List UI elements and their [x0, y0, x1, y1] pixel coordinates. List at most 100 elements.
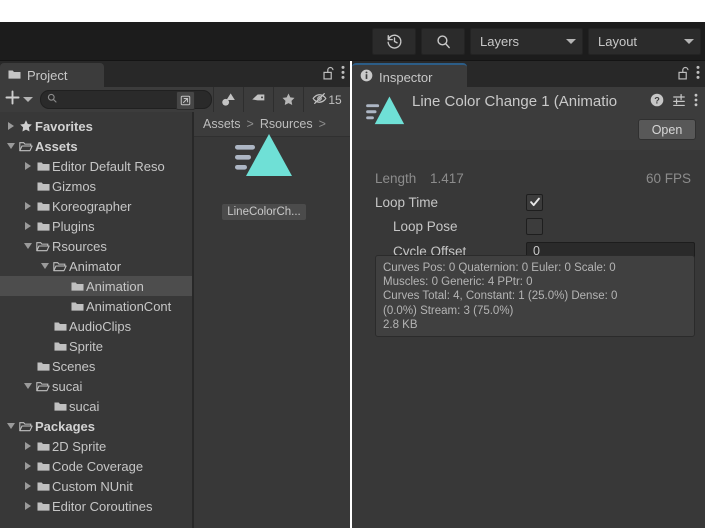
inspector-object-title: Line Color Change 1 (Animatio [412, 93, 618, 110]
tree-item-sprite[interactable]: Sprite [0, 336, 192, 356]
chevron-right-icon[interactable] [21, 442, 34, 450]
animation-clip-icon [231, 128, 297, 191]
tree-item-label: Code Coverage [52, 458, 144, 474]
chevron-down-icon[interactable] [21, 383, 34, 389]
lock-open-icon[interactable] [323, 66, 335, 80]
tree-item-label: AudioClips [69, 318, 132, 334]
tree-item-label: Packages [35, 418, 95, 434]
folder-icon [68, 301, 86, 312]
length-label: Length [375, 170, 417, 186]
animation-stats-box: Curves Pos: 0 Quaternion: 0 Euler: 0 Sca… [375, 255, 695, 337]
tree-item-label: Koreographer [52, 198, 132, 214]
chevron-right-icon[interactable] [21, 502, 34, 510]
folder-icon [34, 481, 52, 492]
search-expand-icon[interactable] [176, 91, 195, 110]
inspector-tabstrip: Inspector [352, 61, 705, 89]
stats-line: 2.8 KB [383, 318, 418, 331]
hidden-assets-count: 15 [328, 92, 342, 107]
tree-item-scenes[interactable]: Scenes [0, 356, 192, 376]
chevron-down-icon [684, 39, 694, 44]
asset-item[interactable]: LineColorCh... [214, 128, 314, 220]
tree-item-favorites[interactable]: Favorites [0, 116, 192, 136]
folder-icon [34, 501, 52, 512]
project-tree[interactable]: Favorites Assets Editor Default Reso Gizmos… [0, 112, 192, 528]
chevron-right-icon[interactable] [21, 482, 34, 490]
tree-item-audioclips[interactable]: AudioClips [0, 316, 192, 336]
project-panel: Project 15 Favorites Assets Editor Defau… [0, 61, 350, 528]
chevron-right-icon[interactable] [21, 162, 34, 170]
history-clock-icon-button[interactable] [372, 28, 416, 55]
preset-settings-icon[interactable] [672, 93, 686, 112]
search-icon-button[interactable] [421, 28, 465, 55]
asset-item-label: LineColorCh... [222, 204, 306, 220]
tree-item-sucai[interactable]: sucai [0, 376, 192, 396]
chevron-down-icon[interactable] [4, 143, 17, 149]
eye-off-icon [312, 92, 327, 108]
tree-item-label: Favorites [35, 118, 93, 134]
loop-time-label: Loop Time [375, 194, 439, 210]
project-tab-icons [323, 65, 345, 80]
chevron-right-icon[interactable] [21, 462, 34, 470]
layout-dropdown[interactable]: Layout [588, 28, 701, 55]
loop-time-checkbox[interactable] [526, 193, 543, 211]
search-icon [47, 93, 57, 106]
stats-line: Curves Pos: 0 Quaternion: 0 Euler: 0 Sca… [383, 262, 616, 274]
tab-inspector[interactable]: Inspector [352, 63, 467, 89]
tree-item-animationcont[interactable]: AnimationCont [0, 296, 192, 316]
project-body: Favorites Assets Editor Default Reso Gizmos… [0, 112, 350, 528]
animation-clip-icon [364, 93, 408, 133]
svg-text:?: ? [654, 95, 660, 105]
tree-item-custom-nunit[interactable]: Custom NUnit [0, 476, 192, 496]
tree-item-2d-sprite[interactable]: 2D Sprite [0, 436, 192, 456]
help-circle-icon[interactable]: ? [650, 93, 664, 112]
chevron-down-icon[interactable] [38, 263, 51, 269]
tree-item-label: Rsources [52, 238, 107, 254]
kebab-menu-icon[interactable] [694, 93, 698, 112]
tree-item-assets[interactable]: Assets [0, 136, 192, 156]
tree-item-packages[interactable]: Packages [0, 416, 192, 436]
layers-dropdown-label: Layers [480, 34, 520, 49]
info-icon [360, 69, 373, 85]
tree-item-rsources[interactable]: Rsources [0, 236, 192, 256]
lock-open-icon[interactable] [678, 66, 690, 80]
project-toolbar: 15 [0, 87, 350, 112]
folder-icon [51, 341, 69, 352]
tree-item-label: Sprite [69, 338, 103, 354]
tree-item-koreographer[interactable]: Koreographer [0, 196, 192, 216]
tree-item-editor-default-reso[interactable]: Editor Default Reso [0, 156, 192, 176]
plus-icon [4, 89, 21, 111]
folder-open-icon [34, 381, 52, 392]
tree-item-label: 2D Sprite [52, 438, 107, 454]
chevron-right-icon[interactable] [4, 122, 17, 130]
tree-item-animation[interactable]: Animation [0, 276, 192, 296]
loop-pose-checkbox[interactable] [526, 217, 543, 235]
kebab-menu-icon[interactable] [696, 65, 700, 80]
favorite-star-icon[interactable] [274, 87, 303, 112]
chevron-down-icon[interactable] [21, 243, 34, 249]
tab-project[interactable]: Project [0, 63, 104, 87]
asset-type-filter-icon[interactable] [214, 87, 243, 112]
tree-item-animator[interactable]: Animator [0, 256, 192, 276]
label-tag-icon[interactable] [244, 87, 273, 112]
folder-icon [68, 281, 86, 292]
tree-item-plugins[interactable]: Plugins [0, 216, 192, 236]
tree-item-code-coverage[interactable]: Code Coverage [0, 456, 192, 476]
create-asset-button[interactable] [0, 89, 38, 111]
chevron-down-icon[interactable] [4, 423, 17, 429]
folder-open-icon [17, 421, 35, 432]
chevron-down-icon [566, 39, 576, 44]
layers-dropdown[interactable]: Layers [470, 28, 583, 55]
tree-item-label: sucai [69, 398, 100, 414]
tree-item-label: Editor Default Reso [52, 158, 165, 174]
open-button[interactable]: Open [638, 119, 696, 140]
inspector-object-header: Line Color Change 1 (Animatio ? Open [352, 87, 705, 151]
hidden-assets-toggle[interactable]: 15 [304, 87, 350, 112]
kebab-menu-icon[interactable] [341, 65, 345, 80]
tab-inspector-label: Inspector [379, 69, 433, 85]
tree-item-gizmos[interactable]: Gizmos [0, 176, 192, 196]
inspector-body: Length 1.417 60 FPS Loop Time Loop Pose … [352, 150, 705, 528]
chevron-right-icon[interactable] [21, 202, 34, 210]
chevron-right-icon[interactable] [21, 222, 34, 230]
tree-item-sucai[interactable]: sucai [0, 396, 192, 416]
tree-item-editor-coroutines[interactable]: Editor Coroutines [0, 496, 192, 516]
